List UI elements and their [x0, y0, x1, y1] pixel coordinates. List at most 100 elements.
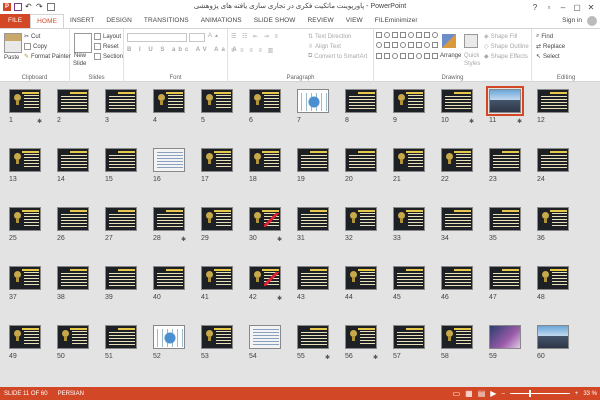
- slide-thumbnail[interactable]: [105, 207, 137, 231]
- language-indicator[interactable]: PERSIAN: [58, 391, 84, 397]
- slide-thumbnail[interactable]: [537, 207, 569, 231]
- transition-star-icon[interactable]: ✱: [181, 236, 186, 243]
- normal-view-icon[interactable]: ▭: [453, 389, 461, 398]
- layout-button[interactable]: Layout: [94, 33, 121, 40]
- slide-thumbnail[interactable]: [441, 89, 473, 113]
- new-slide-icon[interactable]: [74, 33, 92, 53]
- slide-thumbnail[interactable]: [393, 89, 425, 113]
- slide-thumbnail[interactable]: [201, 325, 233, 349]
- slide-thumbnail[interactable]: [537, 325, 569, 349]
- transition-star-icon[interactable]: ✱: [37, 118, 42, 125]
- replace-button[interactable]: ⇄ Replace: [536, 43, 565, 51]
- slide-thumbnail[interactable]: [153, 89, 185, 113]
- minimize-button[interactable]: –: [556, 3, 570, 12]
- slide-thumbnail[interactable]: [489, 207, 521, 231]
- avatar[interactable]: [587, 16, 597, 26]
- undo-icon[interactable]: ↶: [25, 3, 33, 11]
- slide-thumbnail[interactable]: [249, 148, 281, 172]
- slide-thumbnail[interactable]: [537, 266, 569, 290]
- transition-star-icon[interactable]: ✱: [373, 354, 378, 361]
- help-button[interactable]: ?: [528, 3, 542, 12]
- align-icons[interactable]: ≡ ≡ ≡ ≡ ▥: [231, 47, 275, 54]
- tab-animations[interactable]: ANIMATIONS: [195, 14, 248, 28]
- tab-file[interactable]: FILE: [0, 14, 31, 28]
- slide-thumbnail[interactable]: [297, 89, 329, 113]
- slide-thumbnail[interactable]: [153, 266, 185, 290]
- paste-icon[interactable]: [4, 33, 22, 53]
- zoom-slider[interactable]: [509, 390, 570, 397]
- reset-button[interactable]: Reset: [94, 43, 119, 50]
- slide-thumbnail[interactable]: [249, 207, 281, 231]
- zoom-level[interactable]: 33 %: [583, 391, 597, 397]
- slide-thumbnail[interactable]: [297, 266, 329, 290]
- select-button[interactable]: ↖ Select: [536, 53, 560, 61]
- shape-effects-button[interactable]: ◆ Shape Effects: [484, 53, 528, 61]
- reading-view-icon[interactable]: ▤: [478, 389, 486, 398]
- slide-thumbnail[interactable]: [57, 325, 89, 349]
- arrange-icon[interactable]: [442, 34, 456, 48]
- slide-thumbnail[interactable]: [249, 325, 281, 349]
- align-text-button[interactable]: ⇳ Align Text: [308, 43, 341, 51]
- slide-thumbnail[interactable]: [489, 148, 521, 172]
- format-painter-button[interactable]: ✎ Format Painter: [24, 53, 71, 61]
- quick-styles-icon[interactable]: [464, 34, 478, 48]
- slide-thumbnail[interactable]: [153, 207, 185, 231]
- slide-thumbnail[interactable]: [201, 148, 233, 172]
- redo-icon[interactable]: ↷: [36, 3, 44, 11]
- section-button[interactable]: Section: [94, 53, 123, 60]
- slide-thumbnail[interactable]: [249, 266, 281, 290]
- slide-thumbnail[interactable]: [57, 148, 89, 172]
- tab-view[interactable]: VIEW: [340, 14, 369, 28]
- font-name-combobox[interactable]: [127, 33, 187, 42]
- slide-thumbnail[interactable]: [345, 148, 377, 172]
- slide-thumbnail[interactable]: [57, 89, 89, 113]
- slide-thumbnail[interactable]: [153, 148, 185, 172]
- slide-thumbnail[interactable]: [201, 207, 233, 231]
- shapes-gallery[interactable]: [376, 32, 438, 62]
- tab-fileminimizer[interactable]: FILEminimizer: [369, 14, 424, 28]
- slide-thumbnail[interactable]: [441, 266, 473, 290]
- quick-styles-button-line2[interactable]: Styles: [464, 61, 480, 67]
- slide-sorter-view-icon[interactable]: ▦: [465, 389, 473, 398]
- bullets-icon[interactable]: ☰ ☷ ⇤ ⇥ ≡: [231, 33, 280, 40]
- tab-review[interactable]: REVIEW: [302, 14, 340, 28]
- slide-thumbnail[interactable]: [57, 207, 89, 231]
- tab-home[interactable]: HOME: [30, 14, 65, 28]
- ribbon-display-button[interactable]: ▫: [542, 3, 556, 12]
- font-size-combobox[interactable]: [189, 33, 205, 42]
- slide-thumbnail[interactable]: [105, 89, 137, 113]
- transition-star-icon[interactable]: ✱: [517, 118, 522, 125]
- tab-insert[interactable]: INSERT: [64, 14, 100, 28]
- slide-thumbnail[interactable]: [201, 89, 233, 113]
- slide-thumbnail[interactable]: [441, 207, 473, 231]
- slide-thumbnail[interactable]: [441, 325, 473, 349]
- start-slideshow-icon[interactable]: [47, 3, 55, 11]
- slide-thumbnail[interactable]: [297, 325, 329, 349]
- slide-thumbnail[interactable]: [537, 148, 569, 172]
- grow-font-icon[interactable]: A ▲: [208, 33, 219, 39]
- zoom-out-button[interactable]: –: [501, 391, 504, 397]
- slide-thumbnail[interactable]: [9, 148, 41, 172]
- arrange-button[interactable]: Arrange: [440, 53, 461, 59]
- slide-thumbnail[interactable]: [345, 207, 377, 231]
- zoom-slider-thumb[interactable]: [528, 390, 531, 397]
- paste-button[interactable]: Paste: [4, 55, 19, 61]
- slide-thumbnail[interactable]: [345, 325, 377, 349]
- transition-star-icon[interactable]: ✱: [469, 118, 474, 125]
- zoom-in-button[interactable]: +: [575, 391, 579, 397]
- slide-thumbnail[interactable]: [393, 325, 425, 349]
- slide-thumbnail[interactable]: [486, 86, 524, 116]
- cut-button[interactable]: ✂ Cut: [24, 33, 40, 41]
- slide-thumbnail[interactable]: [201, 266, 233, 290]
- new-slide-button[interactable]: New: [74, 53, 86, 59]
- shape-outline-button[interactable]: ◇ Shape Outline: [484, 43, 529, 51]
- transition-star-icon[interactable]: ✱: [277, 295, 282, 302]
- slide-thumbnail[interactable]: [105, 266, 137, 290]
- slide-thumbnail[interactable]: [9, 207, 41, 231]
- slide-thumbnail[interactable]: [153, 325, 185, 349]
- transition-star-icon[interactable]: ✱: [277, 236, 282, 243]
- sign-in-link[interactable]: Sign in: [562, 14, 582, 28]
- slide-thumbnail[interactable]: [489, 325, 521, 349]
- tab-transitions[interactable]: TRANSITIONS: [138, 14, 195, 28]
- find-button[interactable]: ⌕ Find: [536, 33, 553, 40]
